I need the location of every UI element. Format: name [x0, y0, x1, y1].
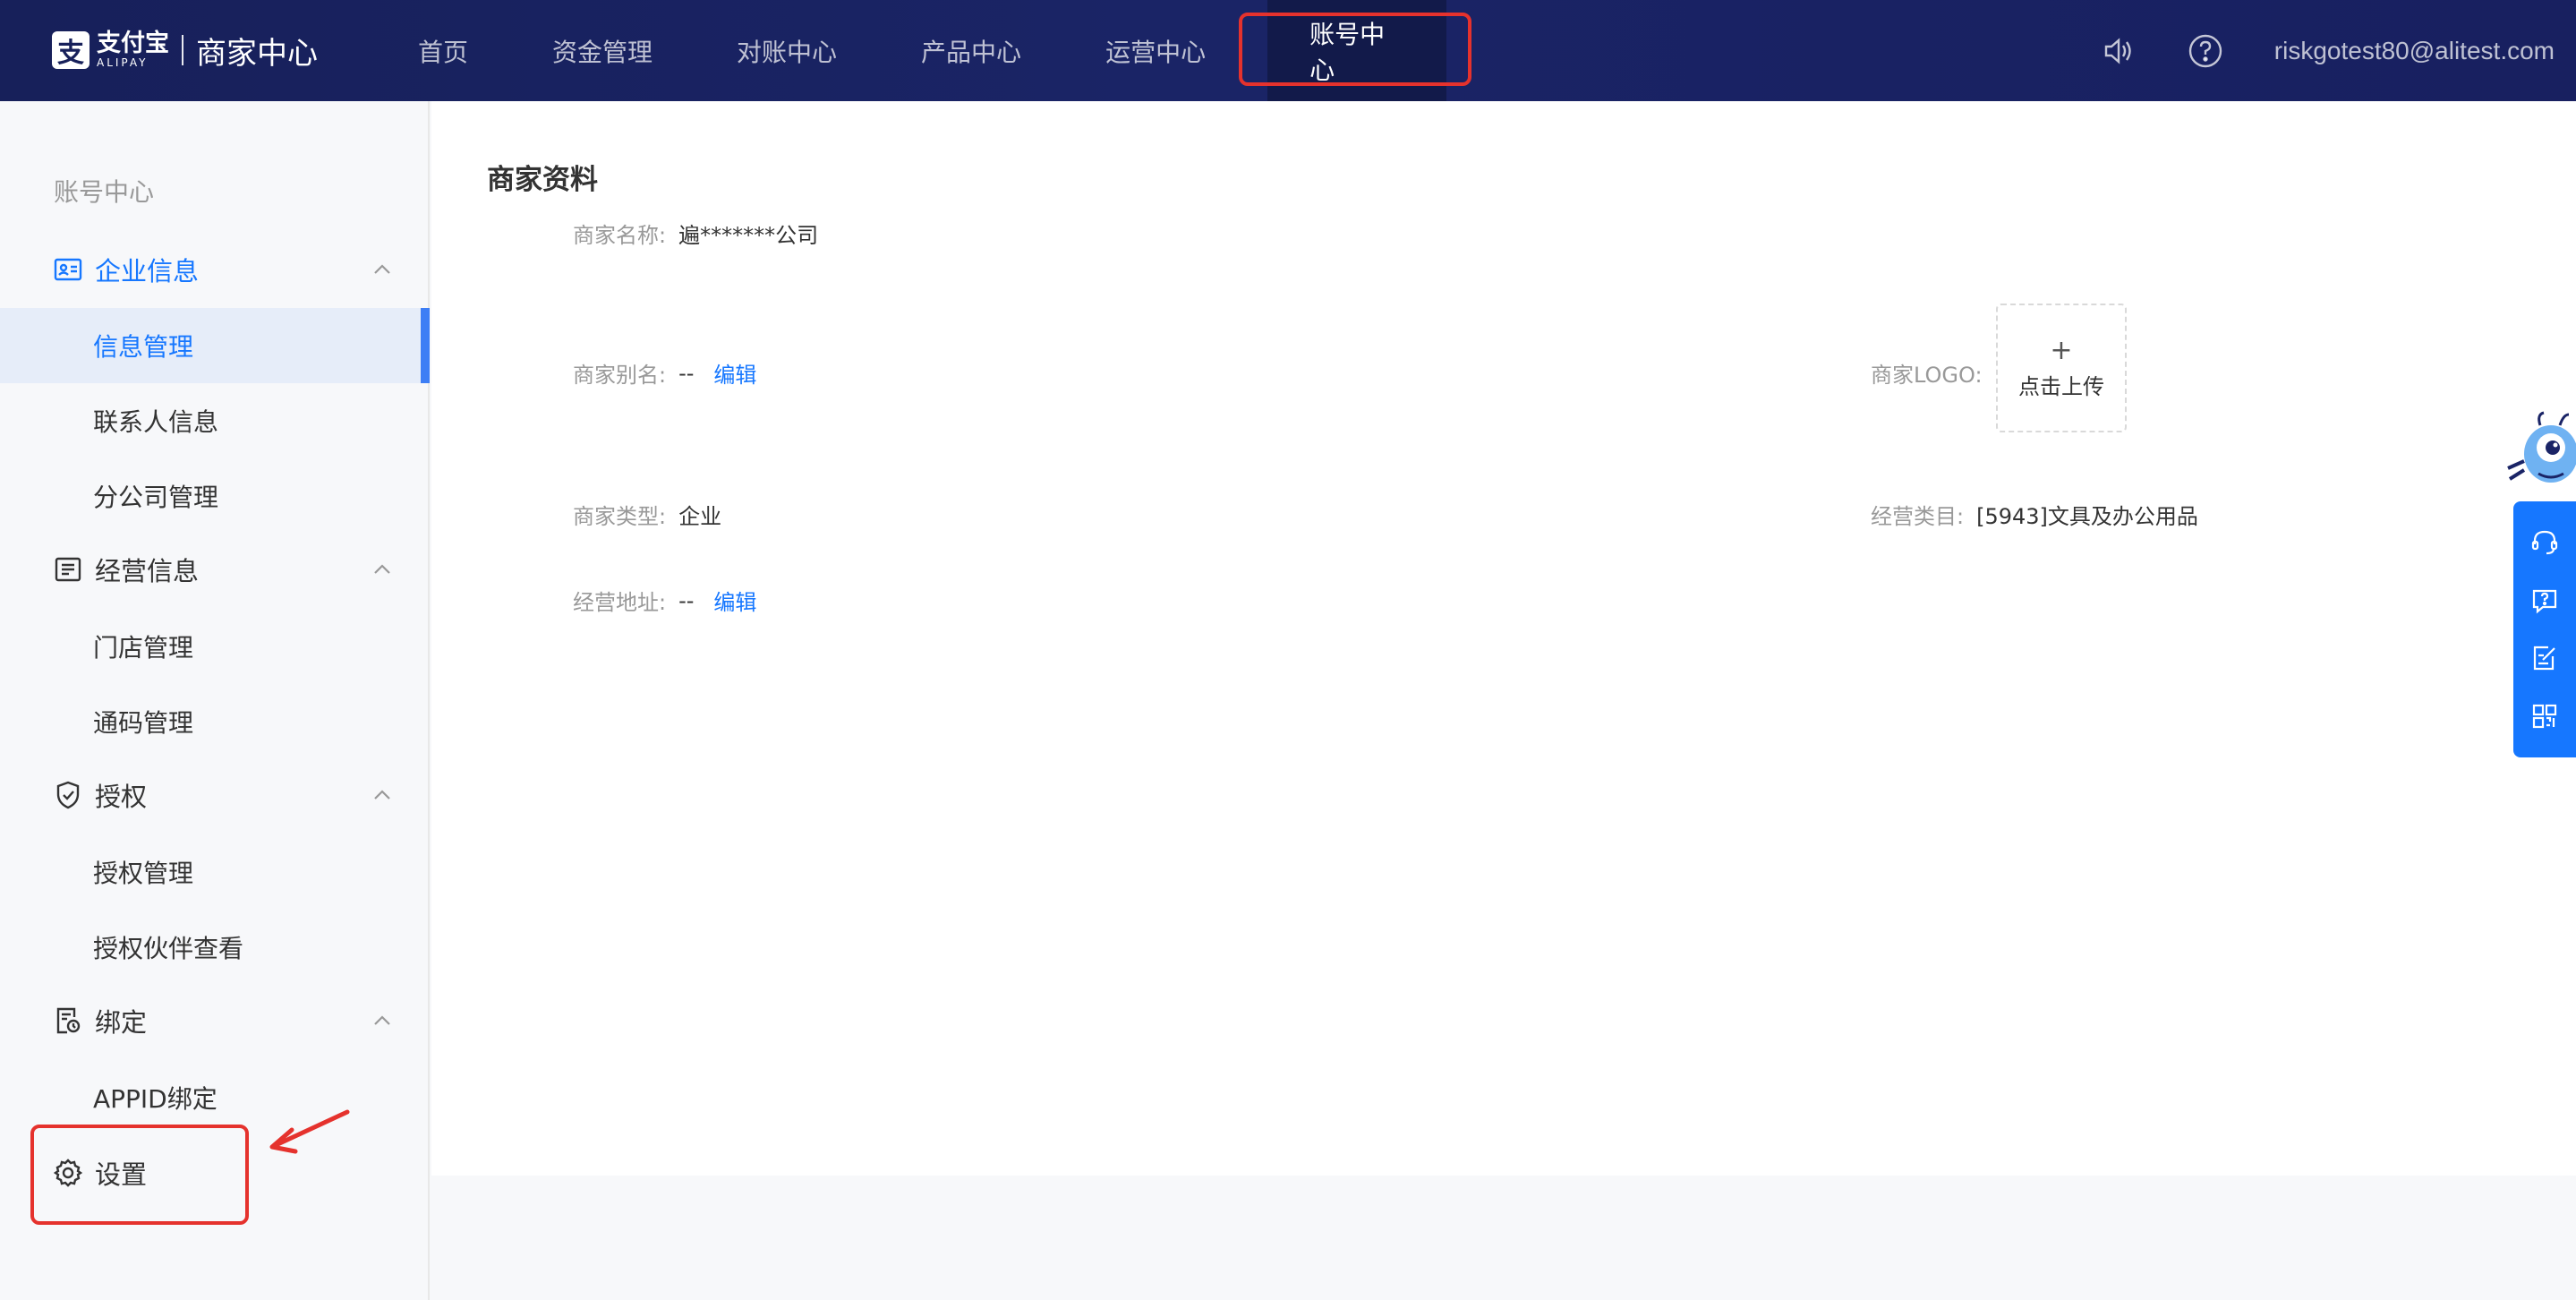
sidebar-group-authorization[interactable]: 授权	[0, 764, 430, 826]
alias-edit-link[interactable]: 编辑	[713, 357, 756, 389]
nav-operations[interactable]: 运营中心	[1063, 0, 1248, 101]
merchant-name-value: 遍*******公司	[678, 223, 819, 248]
sidebar: 账号中心 企业信息 信息管理 联系人信息 分公司管理 经营信息 门店管理 通码管…	[0, 101, 430, 1300]
merchant-logo-field: 商家LOGO:	[1871, 357, 1983, 389]
merchant-name-field: 商家名称: 遍*******公司	[573, 218, 818, 249]
sidebar-item-authorization-management[interactable]: 授权管理	[0, 834, 428, 910]
merchant-alias-field: 商家别名: -- 编辑	[573, 357, 756, 389]
nav-products[interactable]: 产品中心	[879, 0, 1063, 101]
sidebar-item-info-management[interactable]: 信息管理	[0, 308, 430, 383]
chevron-up-icon	[374, 264, 390, 274]
sidebar-item-store-management[interactable]: 门店管理	[0, 609, 428, 684]
qr-code-icon[interactable]	[2529, 700, 2561, 732]
sidebar-group-business-info[interactable]: 经营信息	[0, 538, 430, 601]
business-address-value: --	[678, 587, 695, 613]
sidebar-item-branch-management[interactable]: 分公司管理	[0, 458, 428, 534]
logo-text: 支付宝 ALIPAY	[97, 30, 169, 70]
section-title: 商家资料	[487, 164, 598, 196]
business-category-label: 经营类目:	[1871, 504, 1965, 529]
sidebar-group-label: 授权	[95, 782, 148, 812]
alipay-mark-icon: 支	[52, 31, 90, 69]
customer-service-icon[interactable]	[2529, 526, 2561, 559]
alipay-logo[interactable]: 支 支付宝 ALIPAY 商家中心	[52, 27, 318, 73]
id-card-icon	[54, 255, 82, 284]
chevron-up-icon	[374, 564, 390, 574]
sidebar-item-partner-view[interactable]: 授权伙伴查看	[0, 910, 428, 985]
business-address-field: 经营地址: -- 编辑	[573, 585, 756, 616]
nav-home[interactable]: 首页	[376, 0, 510, 101]
chevron-up-icon	[374, 1015, 390, 1025]
logo-cn: 支付宝	[97, 30, 169, 57]
merchant-logo-label: 商家LOGO:	[1871, 363, 1983, 388]
app-title: 商家中心	[196, 35, 318, 72]
merchant-type-label: 商家类型:	[573, 504, 667, 529]
plus-icon: +	[2050, 334, 2073, 366]
chevron-up-icon	[374, 790, 390, 800]
help-icon[interactable]	[2187, 32, 2224, 70]
nav-highlight-box	[1239, 13, 1471, 86]
document-list-icon	[54, 555, 82, 584]
business-category-value: [5943]文具及办公用品	[1976, 504, 2198, 529]
floating-toolbar	[2513, 501, 2576, 757]
address-edit-link[interactable]: 编辑	[713, 585, 756, 616]
logo-en: ALIPAY	[97, 56, 149, 69]
speaker-icon[interactable]	[2099, 32, 2137, 70]
logo-divider	[182, 35, 183, 65]
logo-upload-button[interactable]: + 点击上传	[1996, 304, 2127, 432]
main-content: 商家资料 商家名称: 遍*******公司 商家别名: -- 编辑 商家LOGO…	[431, 101, 2576, 1176]
user-email[interactable]: riskgotest80@alitest.com	[2274, 37, 2555, 65]
merchant-type-field: 商家类型: 企业	[573, 499, 721, 530]
header-tools: riskgotest80@alitest.com	[2099, 0, 2576, 101]
business-category-field: 经营类目: [5943]文具及办公用品	[1871, 499, 2198, 530]
sidebar-group-label: 企业信息	[95, 256, 200, 287]
merchant-type-value: 企业	[678, 504, 722, 529]
merchant-alias-value: --	[678, 360, 695, 386]
sidebar-group-company-info[interactable]: 企业信息	[0, 238, 430, 301]
shield-check-icon	[54, 781, 82, 809]
sidebar-title: 账号中心	[54, 177, 155, 207]
mascot-icon[interactable]	[2504, 407, 2576, 506]
upload-label: 点击上传	[2018, 373, 2104, 399]
sidebar-group-binding[interactable]: 绑定	[0, 989, 430, 1052]
feedback-edit-icon[interactable]	[2529, 642, 2561, 674]
business-address-label: 经营地址:	[573, 590, 667, 615]
bind-doc-icon	[54, 1006, 82, 1035]
nav-reconciliation[interactable]: 对账中心	[695, 0, 879, 101]
nav-funds[interactable]: 资金管理	[510, 0, 695, 101]
faq-icon[interactable]	[2529, 585, 2561, 617]
top-header: 支 支付宝 ALIPAY 商家中心 首页 资金管理 对账中心 产品中心 运营中心…	[0, 0, 2576, 101]
sidebar-item-code-management[interactable]: 通码管理	[0, 684, 428, 759]
sidebar-group-label: 绑定	[95, 1007, 148, 1038]
merchant-name-label: 商家名称:	[573, 223, 667, 248]
sidebar-group-label: 经营信息	[95, 556, 200, 586]
settings-highlight-box	[30, 1125, 249, 1225]
pointer-arrow-icon	[269, 1109, 350, 1154]
sidebar-item-contact-info[interactable]: 联系人信息	[0, 383, 428, 458]
merchant-alias-label: 商家别名:	[573, 363, 667, 388]
